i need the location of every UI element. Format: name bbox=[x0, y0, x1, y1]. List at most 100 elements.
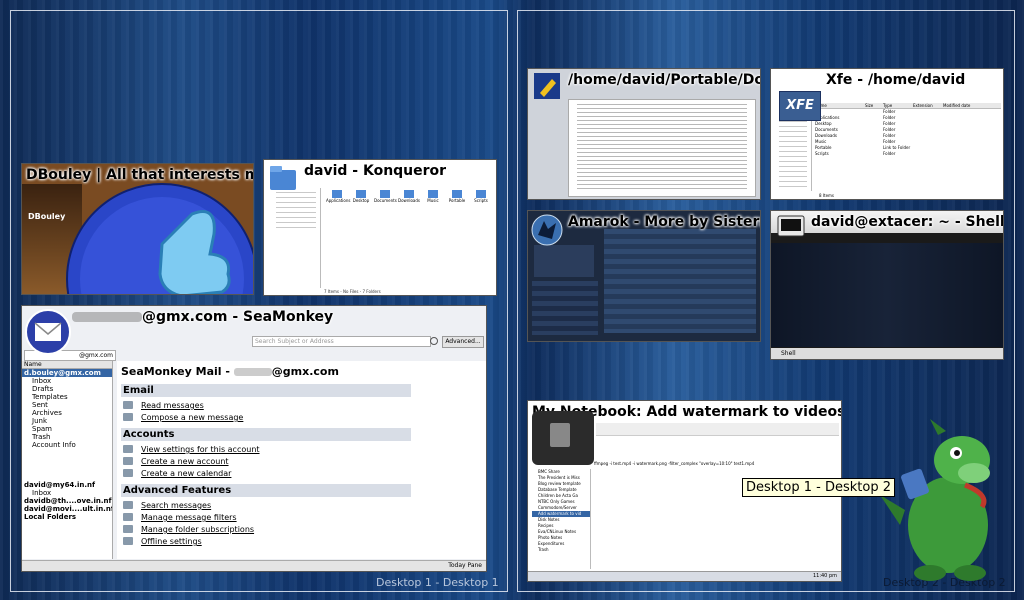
xfe-logo-text: XFE bbox=[786, 98, 814, 113]
folder-item[interactable]: d.bouley@gmx.com bbox=[22, 369, 112, 377]
file-item[interactable]: Documents bbox=[374, 190, 397, 203]
column-header-name[interactable]: Name bbox=[22, 361, 112, 369]
seamonkey-window[interactable]: @gmx.com - SeaMonkey Search Subject or A… bbox=[21, 305, 487, 572]
column-size[interactable]: Size bbox=[865, 103, 883, 108]
file-label: Music bbox=[427, 198, 439, 203]
tree-item[interactable]: Trash bbox=[532, 547, 590, 553]
file-item[interactable]: Scripts bbox=[470, 190, 492, 203]
file-item[interactable]: Downloads bbox=[398, 190, 420, 203]
folder-pane[interactable]: Name d.bouley@gmx.com Inbox Drafts Template… bbox=[22, 361, 113, 559]
section-link[interactable]: View settings for this account bbox=[123, 445, 486, 454]
playlist-pane[interactable] bbox=[604, 229, 756, 333]
folder-icon bbox=[428, 190, 438, 198]
file-item[interactable]: Portable bbox=[446, 190, 468, 203]
folder-item[interactable]: Archives bbox=[22, 409, 112, 417]
file-item[interactable]: Music bbox=[422, 190, 444, 203]
desktop-tooltip: Desktop 1 - Desktop 2 bbox=[742, 478, 895, 497]
link-icon bbox=[123, 413, 133, 421]
folder-item[interactable]: Drafts bbox=[22, 385, 112, 393]
writer-window[interactable]: /home/david/Portable/Docu bbox=[527, 68, 761, 200]
section-link[interactable]: Compose a new message bbox=[123, 413, 486, 422]
section-header: Email bbox=[121, 384, 411, 397]
section-link[interactable]: Search messages bbox=[123, 501, 486, 510]
link-text: View settings for this account bbox=[141, 445, 260, 454]
xfe-window[interactable]: Xfe - /home/david XFE Name Size Type Ext… bbox=[770, 68, 1004, 200]
folder-icon bbox=[476, 190, 486, 198]
folder-item[interactable]: Inbox bbox=[22, 377, 112, 385]
link-text: Create a new account bbox=[141, 457, 229, 466]
section-header: Accounts bbox=[121, 428, 411, 441]
notebook-tree[interactable]: BMC Share The President is Miss Blog revie… bbox=[532, 469, 591, 569]
folder-item[interactable]: david@movi....ult.in.nf bbox=[22, 505, 112, 513]
search-icon bbox=[430, 337, 438, 345]
blurred-username bbox=[233, 368, 272, 376]
folder-item[interactable] bbox=[22, 465, 112, 473]
section-link[interactable]: Manage message filters bbox=[123, 513, 486, 522]
folder-item[interactable]: Inbox bbox=[22, 489, 112, 497]
thumbs-up-icon bbox=[66, 183, 253, 294]
file-row[interactable]: Scripts Folder bbox=[815, 151, 1001, 157]
link-text: Offline settings bbox=[141, 537, 202, 546]
link-text: Search messages bbox=[141, 501, 212, 510]
status-bar: Today Pane bbox=[22, 560, 486, 571]
shell-window[interactable]: david@extacer: ~ - Shell - K Shell bbox=[770, 210, 1004, 360]
file-item[interactable]: Applications bbox=[326, 190, 351, 203]
folder-icon bbox=[452, 190, 462, 198]
folder-item[interactable] bbox=[22, 449, 112, 457]
amarok-window[interactable]: Amarok - More by Sisters O bbox=[527, 210, 761, 342]
text-lines bbox=[577, 104, 747, 192]
section-link[interactable]: Offline settings bbox=[123, 537, 486, 546]
xfe-logo-icon: XFE bbox=[779, 91, 821, 121]
terminal-area[interactable] bbox=[771, 243, 1003, 347]
link-icon bbox=[123, 445, 133, 453]
desktop-1-label: Desktop 1 - Desktop 1 bbox=[376, 576, 499, 589]
column-extension[interactable]: Extension bbox=[913, 103, 943, 108]
folder-item[interactable]: Sent bbox=[22, 401, 112, 409]
context-pane[interactable] bbox=[532, 281, 598, 335]
folder-item[interactable]: Local Folders bbox=[22, 513, 112, 521]
notebook-command: ffmpeg -i test.mp4 -i watermark.png -fil… bbox=[594, 461, 755, 466]
link-icon bbox=[123, 525, 133, 533]
folder-item[interactable]: Account Info bbox=[22, 441, 112, 449]
folder-item[interactable]: david@my64.in.nf bbox=[22, 481, 112, 489]
folder-item[interactable] bbox=[22, 457, 112, 465]
advanced-button[interactable]: Advanced... bbox=[442, 336, 484, 348]
file-item[interactable]: Desktop bbox=[350, 190, 372, 203]
column-modified[interactable]: Modified date bbox=[943, 103, 983, 108]
section-link[interactable]: Create a new account bbox=[123, 457, 486, 466]
file-label: Applications bbox=[326, 198, 351, 203]
search-input[interactable]: Search Subject or Address bbox=[252, 336, 431, 347]
section-link[interactable]: Manage folder subscriptions bbox=[123, 525, 486, 534]
folder-item[interactable] bbox=[22, 473, 112, 481]
window-title: @gmx.com - SeaMonkey bbox=[22, 306, 486, 328]
file-label: Downloads bbox=[398, 198, 420, 203]
folder-item[interactable]: Trash bbox=[22, 433, 112, 441]
konqueror-file-view[interactable]: Applications Desktop Documents Downloads… bbox=[324, 188, 494, 288]
shell-tab-label: Shell bbox=[781, 350, 796, 357]
folder-item[interactable]: Templates bbox=[22, 393, 112, 401]
section-link[interactable]: Create a new calendar bbox=[123, 469, 486, 478]
folder-item[interactable]: Junk bbox=[22, 417, 112, 425]
file-name: Scripts bbox=[815, 151, 829, 156]
folder-item[interactable]: davidb@th....ove.in.nf bbox=[22, 497, 112, 505]
link-icon bbox=[123, 501, 133, 509]
main-heading-suffix: @gmx.com bbox=[271, 365, 339, 378]
column-type[interactable]: Type bbox=[883, 103, 913, 108]
notebook-taskbar[interactable]: 11:40 pm bbox=[528, 571, 841, 581]
file-rows[interactable]: ..FolderApplicationsFolderDesktopFolderD… bbox=[815, 109, 1001, 157]
folder-list[interactable]: d.bouley@gmx.com Inbox Drafts Templates Sent… bbox=[22, 369, 112, 521]
shell-tab[interactable]: Shell bbox=[771, 348, 1003, 359]
link-icon bbox=[123, 469, 133, 477]
today-pane-label[interactable]: Today Pane bbox=[448, 562, 482, 569]
xfe-tree-pane[interactable] bbox=[775, 119, 812, 191]
xfe-file-list[interactable]: Name Size Type Extension Modified date .… bbox=[815, 103, 1001, 191]
section-link[interactable]: Read messages bbox=[123, 401, 486, 410]
link-text: Read messages bbox=[141, 401, 204, 410]
folder-item[interactable]: Spam bbox=[22, 425, 112, 433]
file-label: Desktop bbox=[352, 198, 370, 203]
dbouley-window[interactable]: DBouley | All that interests me - DBoule… bbox=[21, 163, 254, 295]
window-title: Xfe - /home/david bbox=[826, 72, 966, 88]
konqueror-window[interactable]: david - Konqueror Applications Desktop D… bbox=[263, 159, 497, 296]
file-label: Portable bbox=[448, 198, 466, 203]
column-name[interactable]: Name bbox=[815, 103, 865, 108]
